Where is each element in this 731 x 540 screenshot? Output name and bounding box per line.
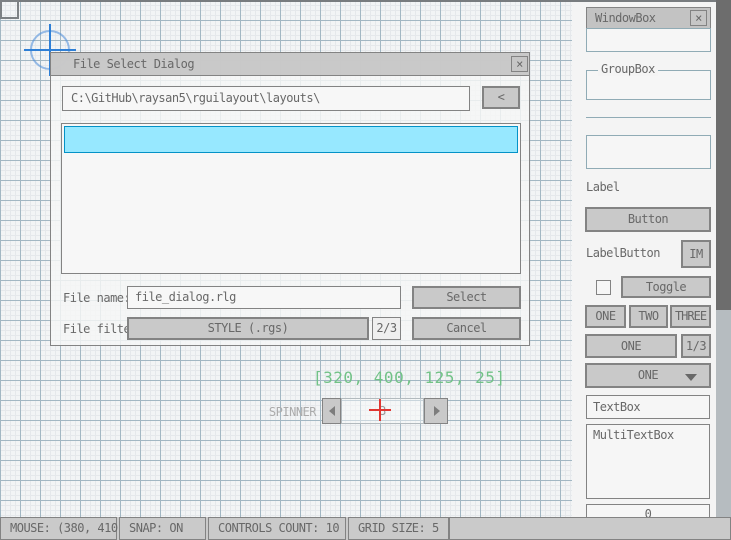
chevron-down-icon bbox=[685, 374, 697, 381]
file-name-label: File name: bbox=[63, 291, 130, 305]
right-arrow-icon bbox=[434, 406, 440, 416]
dialog-close-button[interactable]: × bbox=[511, 56, 528, 72]
scrollbar-thumb[interactable] bbox=[716, 0, 731, 310]
path-textbox[interactable]: C:\GitHub\raysan5\rguilayout\layouts\ bbox=[62, 86, 470, 111]
palette-windowbox-body[interactable] bbox=[586, 28, 711, 52]
palette-multitextbox-label: MultiTextBox bbox=[593, 428, 674, 442]
palette-dropdownbox[interactable]: ONE bbox=[585, 363, 711, 388]
origin-square bbox=[0, 0, 19, 19]
palette-multitextbox[interactable]: MultiTextBox bbox=[586, 424, 710, 499]
palette-toggle[interactable]: Toggle bbox=[621, 276, 711, 298]
back-button[interactable]: < bbox=[482, 86, 520, 109]
selection-bounds-label: [320, 400, 125, 25] bbox=[313, 368, 523, 387]
palette-togglegroup-three[interactable]: THREE bbox=[670, 305, 711, 328]
palette-windowbox-close-button[interactable]: × bbox=[690, 10, 707, 26]
spinner-increment-button[interactable] bbox=[424, 398, 448, 424]
file-name-input[interactable]: file_dialog.rlg bbox=[127, 286, 401, 309]
listbox-selected-item[interactable] bbox=[64, 126, 518, 153]
spinner-label: SPINNER bbox=[250, 405, 316, 419]
palette-labelbutton[interactable]: LabelButton bbox=[586, 246, 660, 260]
back-arrow-icon: < bbox=[498, 90, 505, 104]
palette-combobox[interactable]: ONE bbox=[585, 334, 677, 358]
statusbar-empty-segment bbox=[449, 517, 731, 540]
palette-togglegroup-two[interactable]: TWO bbox=[629, 305, 668, 328]
dialog-title: File Select Dialog bbox=[51, 53, 529, 76]
spinner-decrement-button[interactable] bbox=[322, 398, 341, 424]
palette-button[interactable]: Button bbox=[585, 207, 711, 232]
filter-count-box: 2/3 bbox=[372, 317, 401, 340]
palette-imagebutton[interactable]: IM bbox=[681, 240, 711, 268]
file-listbox[interactable] bbox=[61, 123, 521, 274]
statusbar-grid-size: GRID SIZE: 5 bbox=[348, 517, 449, 540]
palette-label[interactable]: Label bbox=[586, 180, 620, 194]
mouse-crosshair-cursor bbox=[379, 399, 381, 421]
left-arrow-icon bbox=[329, 406, 335, 416]
statusbar-controls-count: CONTROLS COUNT: 10 bbox=[208, 517, 346, 540]
palette-combobox-counter[interactable]: 1/3 bbox=[681, 334, 711, 358]
spinner-valuebox[interactable]: 3 bbox=[341, 398, 424, 424]
palette-checkbox[interactable] bbox=[596, 280, 611, 295]
file-filter-dropdown[interactable]: STYLE (.rgs) bbox=[127, 317, 369, 340]
statusbar: MOUSE: (380, 410) SNAP: ON CONTROLS COUN… bbox=[0, 517, 731, 540]
close-icon: × bbox=[516, 57, 523, 71]
dialog-titlebar[interactable]: File Select Dialog bbox=[51, 53, 529, 76]
palette-textbox[interactable]: TextBox bbox=[586, 395, 710, 419]
palette-line[interactable] bbox=[586, 117, 711, 118]
file-select-dialog[interactable]: File Select Dialog × C:\GitHub\raysan5\r… bbox=[50, 52, 530, 346]
palette-dropdown-label: ONE bbox=[638, 368, 658, 382]
palette-panel[interactable] bbox=[586, 135, 711, 169]
select-button[interactable]: Select bbox=[412, 286, 521, 309]
palette-windowbox-title: WindowBox bbox=[595, 11, 656, 25]
top-border-line bbox=[0, 0, 731, 2]
statusbar-snap-mode: SNAP: ON bbox=[119, 517, 206, 540]
palette-togglegroup-one[interactable]: ONE bbox=[585, 305, 626, 328]
palette-scrollbar[interactable] bbox=[716, 0, 731, 517]
cancel-button[interactable]: Cancel bbox=[412, 317, 521, 340]
palette-groupbox-label: GroupBox bbox=[598, 63, 658, 76]
close-icon: × bbox=[695, 11, 702, 25]
statusbar-mouse-position: MOUSE: (380, 410) bbox=[0, 517, 117, 540]
